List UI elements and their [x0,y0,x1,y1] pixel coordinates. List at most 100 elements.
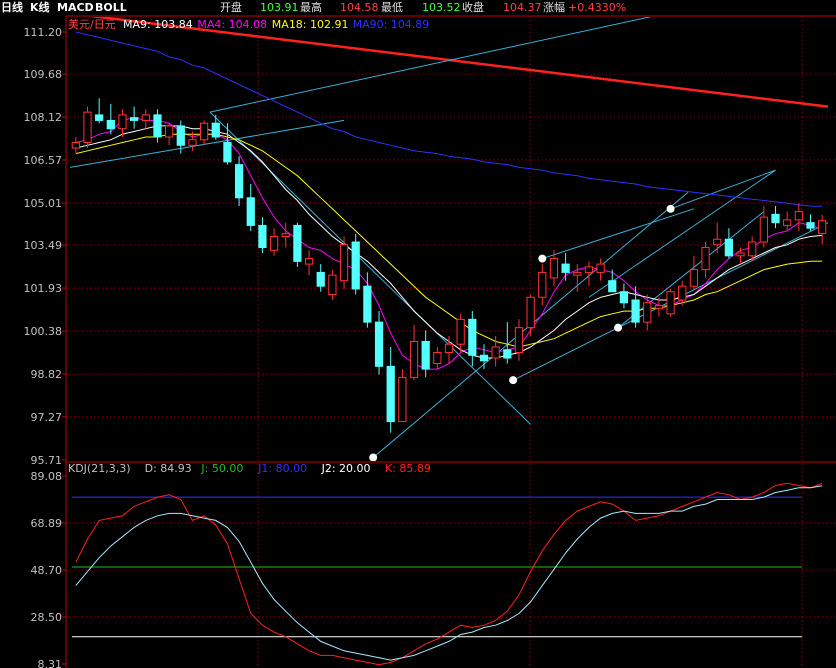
candle-body-up [491,346,500,359]
candle-body-up [794,211,803,221]
candle-body-up [643,302,652,323]
y-tick-label: 103.49 [24,239,63,252]
candle [374,311,384,375]
price-panel [69,17,829,461]
candle [328,269,337,301]
candle [596,258,605,281]
candle [759,206,768,248]
candle [479,344,489,370]
candle [258,217,267,254]
pivot-dot [509,376,518,385]
candle [561,253,570,281]
candle-body-up [83,111,92,144]
candle-body-down [176,125,185,146]
ma-line-ma90 [75,31,823,207]
candle-body-down [234,164,244,199]
candle-body-up [678,285,687,301]
candle-body-down [246,197,255,226]
candle [619,283,629,309]
candle-body-up [188,139,197,146]
candle-body-up [118,114,127,130]
candle [386,346,395,433]
candle [526,294,535,336]
candle [316,264,325,292]
pivot-dot [666,204,675,213]
y-tick-label: 106.57 [24,154,63,167]
ma-legend-item: MA9: 103.84 [123,18,193,31]
candle [293,222,302,267]
candle-body-up [165,125,174,138]
candle-body-down [363,285,372,323]
candle [806,214,815,231]
candle [223,123,232,165]
kdj-line-k [75,482,823,666]
candle-body-down [468,318,477,356]
candle [433,346,442,370]
ma-legend-item: MA4: 104.08 [197,18,267,31]
candle-body-up [304,258,314,265]
candle-body-down [351,241,360,290]
kdj-legend-item: D: 84.93 [145,462,192,475]
candle [468,311,477,367]
candle-body-down [724,238,733,257]
candle-body-down [293,224,302,262]
candle-body-up [573,271,582,276]
candle [83,106,92,149]
pivot-dot [538,254,547,263]
candle-body-up [456,318,465,345]
ma-line-ma18 [75,133,823,348]
kdj-legend-item: J: 50.00 [200,462,243,475]
candle-body-down [223,142,232,163]
candle-body-down [106,119,115,130]
ma-legend-item: MA18: 102.91 [272,18,349,31]
candle [234,156,244,207]
ma-legend-item: MA90: 104.89 [353,18,430,31]
candle-body-up [269,235,279,251]
candle-body-down [153,114,162,138]
candle [351,233,360,295]
candle [701,241,710,278]
candle-body-up [141,114,150,121]
candle [631,286,640,328]
candle-body-up [818,220,827,234]
candle-body-down [631,299,640,323]
candle [421,330,430,378]
chart-canvas: 111.20 109.68 108.12 106.57 105.01 103.49 101.… [24,15,836,668]
y-tick-label: 98.82 [31,368,63,381]
y-tick-label: 97.27 [31,411,63,424]
y-tick-label: 105.01 [24,197,63,210]
y-tick-label: 108.12 [24,111,63,124]
y-tick-label: 95.71 [31,454,63,467]
candle-body-up [538,271,547,298]
candle [643,294,652,331]
candle-body-down [211,122,220,138]
candle-body-down [771,213,780,224]
candle [165,123,174,146]
candle-body-up [199,122,209,141]
candle [118,109,127,137]
candle [608,269,617,293]
candle-body-down [316,271,325,287]
candle-body-up [71,142,80,149]
y-tick-label: 101.93 [24,282,63,295]
candle-body-down [130,117,139,121]
candle [130,106,139,129]
kdj-y-tick-label: 89.08 [31,470,63,483]
y-tick-label: 100.38 [24,325,63,338]
candle [771,206,780,229]
candle [724,228,733,259]
candle [141,109,150,129]
candle-body-up [409,340,419,378]
candle-body-up [759,216,768,243]
candle-body-up [783,219,792,226]
candle-body-down [421,340,430,370]
candle [713,222,722,254]
pivot-dot [614,323,623,332]
candle-body-up [339,244,349,282]
candle-body-down [374,321,384,367]
candle [514,319,524,361]
kdj-legend-item: J2: 20.00 [321,462,371,475]
candle-body-up [713,238,722,246]
candle-body-down [386,365,395,423]
y-tick-label: 111.20 [24,26,63,39]
